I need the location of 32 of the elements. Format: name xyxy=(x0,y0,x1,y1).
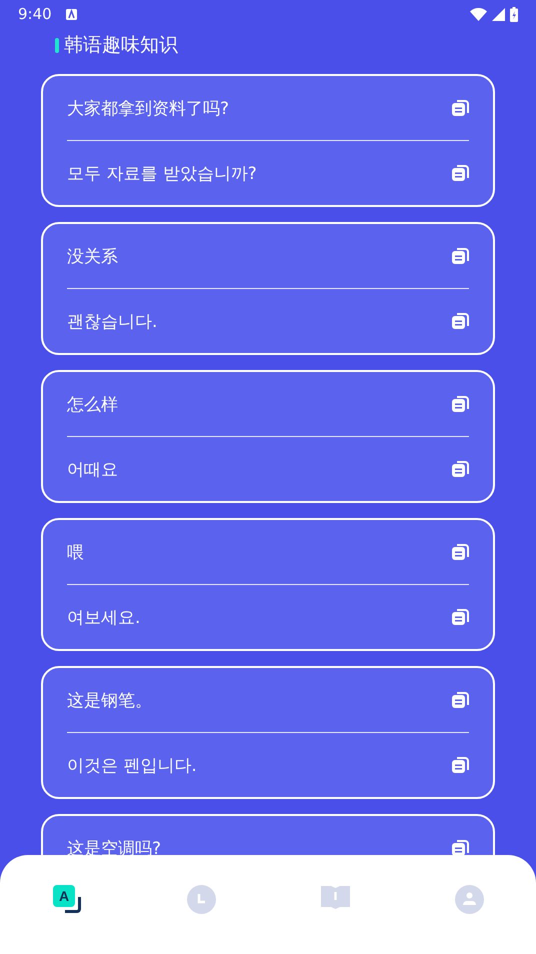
copy-icon[interactable] xyxy=(451,460,469,478)
copy-icon[interactable] xyxy=(451,543,469,561)
phrase-text: 怎么样 xyxy=(67,394,118,416)
copy-icon[interactable] xyxy=(451,839,469,857)
status-time: 9:40 xyxy=(18,5,52,23)
copy-icon[interactable] xyxy=(451,164,469,182)
wifi-icon xyxy=(470,8,487,20)
phrase-text: 没关系 xyxy=(67,246,118,268)
phrase-text: 喂 xyxy=(67,542,84,564)
phrase-text: 괜찮습니다. xyxy=(67,310,158,332)
phrase-text: 这是钢笔。 xyxy=(67,690,152,712)
phrase-text: 어때요 xyxy=(67,458,118,480)
phrase-text: 이것은 펜입니다. xyxy=(67,754,197,776)
phrase-text: 大家都拿到资料了吗? xyxy=(67,98,230,120)
phrase-text: 모두 자료를 받았습니까? xyxy=(67,162,257,184)
nav-tab[interactable]: A xyxy=(47,885,87,925)
copy-icon[interactable] xyxy=(451,395,469,413)
clock-icon xyxy=(186,885,216,914)
title-accent-bar xyxy=(55,38,59,52)
copy-icon[interactable] xyxy=(451,756,469,774)
profile-icon xyxy=(454,885,484,914)
signal-icon xyxy=(492,8,505,20)
phrase-text: 여보세요. xyxy=(67,606,140,628)
copy-icon[interactable] xyxy=(451,99,469,117)
book-icon xyxy=(320,885,350,909)
battery-icon xyxy=(510,6,518,22)
notification-icon xyxy=(66,8,77,20)
copy-icon[interactable] xyxy=(451,608,469,626)
copy-icon[interactable] xyxy=(451,691,469,709)
copy-icon[interactable] xyxy=(451,247,469,265)
page-title: 韩语趣味知识 xyxy=(64,33,178,58)
copy-icon[interactable] xyxy=(451,312,469,330)
